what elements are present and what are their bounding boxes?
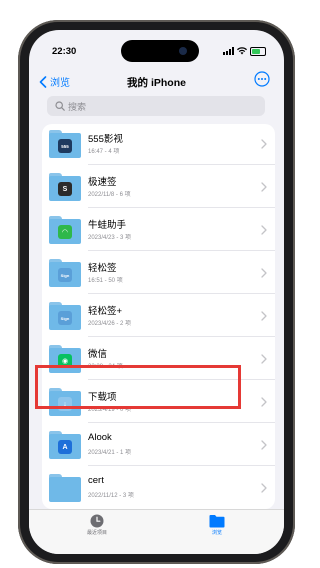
chevron-right-icon	[261, 311, 267, 321]
status-icons	[223, 46, 266, 56]
wifi-icon	[237, 47, 247, 55]
highlight-box	[35, 365, 241, 409]
camera-dot	[179, 47, 187, 55]
status-bar: 22:30	[29, 30, 284, 64]
file-meta: 16:51 - 50 项	[88, 278, 123, 284]
battery-level	[252, 48, 261, 54]
row-separator	[88, 422, 275, 423]
folder-icon: A	[49, 431, 81, 459]
folder-icon: Sign	[49, 259, 81, 287]
file-row[interactable]: 555 555影视 16:47 - 4 项	[42, 124, 275, 165]
dynamic-island	[121, 40, 199, 62]
search-placeholder: 搜索	[68, 101, 87, 112]
folder-fill-icon	[209, 515, 225, 528]
file-name: 555影视	[88, 134, 123, 145]
folder-icon: S	[49, 173, 81, 201]
search-icon	[55, 101, 65, 111]
folder-icon: Sign	[49, 302, 81, 330]
file-row[interactable]: Sign 轻松签+ 2023/4/26 - 2 项	[42, 296, 275, 337]
row-separator	[88, 336, 275, 337]
tab-browse[interactable]: 浏览	[187, 514, 247, 536]
file-name: Alook	[88, 432, 112, 443]
battery-icon	[250, 46, 266, 56]
navigation-bar: 浏览 我的 iPhone	[29, 70, 284, 96]
chevron-right-icon	[261, 483, 267, 493]
chevron-right-icon	[261, 397, 267, 407]
page-title: 我的 iPhone	[127, 77, 186, 89]
file-name: 微信	[88, 349, 108, 360]
folder-icon: ◠	[49, 216, 81, 244]
file-meta: 2023/4/23 - 3 项	[88, 235, 132, 241]
search-field[interactable]: 搜索	[47, 96, 265, 116]
folder-icon	[49, 474, 81, 502]
easy-sign-plus-app-icon: Sign	[58, 311, 72, 325]
row-separator	[88, 465, 275, 466]
file-list: 555 555影视 16:47 - 4 项 S 极速签 2022/11/8 - 6 项 ◠ 牛…	[42, 124, 275, 509]
chevron-right-icon	[261, 139, 267, 149]
tab-browse-label: 浏览	[211, 530, 222, 536]
row-separator	[88, 164, 275, 165]
tab-bar: 最近项目 浏览	[29, 509, 284, 554]
chevron-right-icon	[261, 440, 267, 450]
file-name: 轻松签	[88, 263, 117, 274]
ellipsis-circle-icon[interactable]	[254, 71, 270, 87]
file-meta: 2022/11/8 - 6 项	[88, 192, 131, 198]
tab-recent-label: 最近项目	[86, 530, 107, 536]
speed-sign-app-icon: S	[58, 182, 72, 196]
file-name: 轻松签+	[88, 306, 123, 317]
file-name: 牛蛙助手	[88, 220, 127, 231]
row-separator	[88, 293, 275, 294]
file-name: cert	[88, 475, 104, 486]
alook-app-icon: A	[58, 440, 72, 454]
tab-recent[interactable]: 最近项目	[67, 514, 127, 536]
row-separator	[88, 207, 275, 208]
clock-icon	[90, 514, 104, 528]
file-row[interactable]: cert 2022/11/12 - 3 项	[42, 468, 275, 509]
chevron-right-icon	[261, 354, 267, 364]
file-meta: 2023/4/26 - 2 项	[88, 321, 132, 327]
frog-app-icon: ◠	[58, 225, 72, 239]
file-row[interactable]: ◠ 牛蛙助手 2023/4/23 - 3 项	[42, 210, 275, 251]
row-separator	[88, 250, 275, 251]
folder-icon: 555	[49, 130, 81, 158]
chevron-right-icon	[261, 225, 267, 235]
file-meta: 2023/4/21 - 1 项	[88, 450, 132, 456]
file-row[interactable]: A Alook 2023/4/21 - 1 项	[42, 425, 275, 466]
chevron-right-icon	[261, 268, 267, 278]
file-name: 极速签	[88, 177, 117, 188]
file-row[interactable]: Sign 轻松签 16:51 - 50 项	[42, 253, 275, 294]
chevron-right-icon	[261, 182, 267, 192]
file-meta: 16:47 - 4 项	[88, 149, 120, 155]
file-meta: 2022/11/12 - 3 项	[88, 493, 134, 499]
555-app-icon: 555	[58, 139, 72, 153]
easy-sign-app-icon: Sign	[58, 268, 72, 282]
status-time: 22:30	[52, 46, 77, 57]
screen: 22:30 浏览 我的 iPhone 搜索 555 555影视 16:47 - …	[29, 30, 284, 554]
cellular-signal-icon	[223, 47, 234, 55]
file-row[interactable]: S 极速签 2022/11/8 - 6 项	[42, 167, 275, 208]
